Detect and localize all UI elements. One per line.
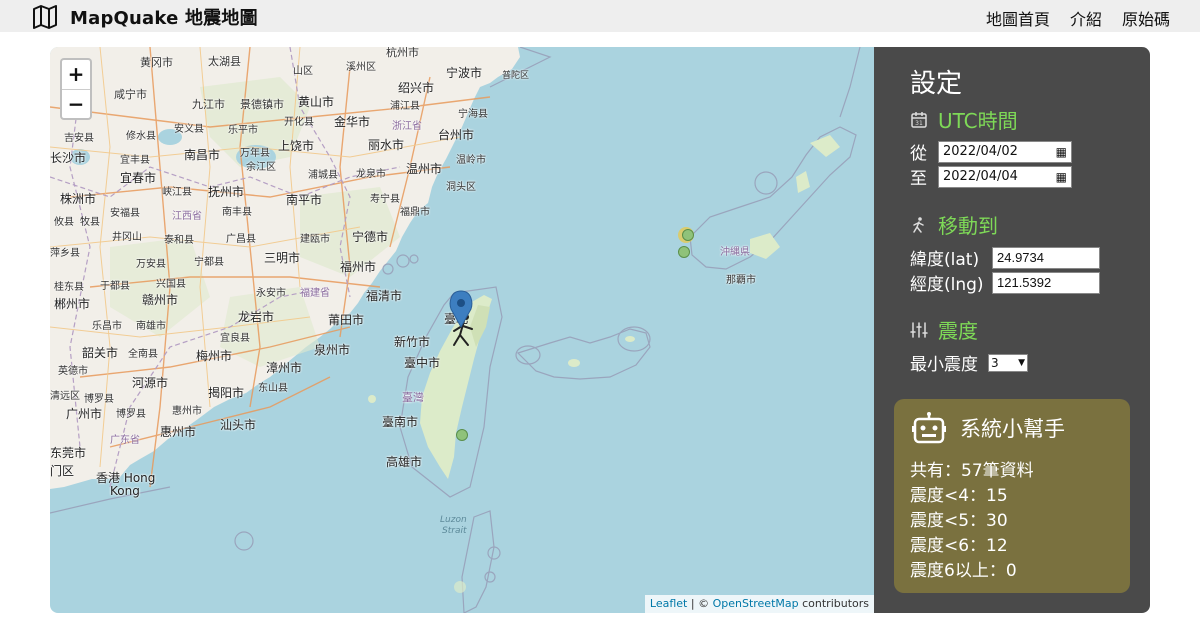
date-to-row: 至 2022/04/04 ▦ [910,164,1072,189]
date-to-value: 2022/04/04 [943,169,1018,184]
attribution-separator: | © [687,597,713,610]
top-navbar: MapQuake 地震地圖 地圖首頁 介紹 原始碼 [0,0,1200,32]
utc-title: UTC時間 [938,109,1018,133]
attribution-suffix: contributors [798,597,869,610]
calendar-icon: 31 [911,111,927,128]
helper-title: 系統小幫手 [960,417,1065,441]
min-magnitude-select[interactable]: 3 ▼ [988,353,1028,372]
stat-lt6: 震度<6：12 [910,536,1008,556]
settings-panel: 設定 31 UTC時間 從 2022/04/02 ▦ 至 2022/04/04 … [874,47,1150,613]
lat-row: 緯度(lat) [910,245,1100,270]
lat-input[interactable] [992,246,1100,269]
nav-intro-link[interactable]: 介紹 [1070,6,1102,30]
location-pin-icon [449,290,473,329]
main-content: 黄冈市 太湖县 杭州市 宁波市 普陀区 山区 溪州区 咸宁市 九江市 景德镇市 … [50,47,1150,613]
date-picker-icon[interactable]: ▦ [1056,170,1067,184]
lng-label: 經度(lng) [910,275,984,295]
min-magnitude-row: 最小震度 3 ▼ [910,350,1028,375]
svg-text:31: 31 [915,120,923,127]
date-from-value: 2022/04/02 [943,144,1018,159]
quake-marker-yonaguni-2 [678,246,690,258]
helper-header: 系統小幫手 [912,411,1065,445]
brand[interactable]: MapQuake 地震地圖 [32,4,258,30]
walking-icon [913,216,924,233]
min-magnitude-label: 最小震度 [910,355,978,375]
date-to-input[interactable]: 2022/04/04 ▦ [938,165,1072,188]
stat-lt5: 震度<5：30 [910,511,1008,531]
helper-stats: 共有：57筆資料 震度<4：15 震度<5：30 震度<6：12 震度6以上：0 [910,459,1034,584]
quake-marker-hualien [456,429,468,441]
date-from-input[interactable]: 2022/04/02 ▦ [938,140,1072,163]
nav-links: 地圖首頁 介紹 原始碼 [986,6,1170,30]
lat-label: 緯度(lat) [910,250,980,270]
app-title: MapQuake 地震地圖 [70,8,258,29]
zoom-in-button[interactable]: + [62,60,90,90]
stat-lt4: 震度<4：15 [910,486,1008,506]
magnitude-section-title: 震度 [910,315,978,344]
settings-title: 設定 [910,69,963,99]
system-helper-card: 系統小幫手 共有：57筆資料 震度<4：15 震度<5：30 震度<6：12 震… [894,399,1130,593]
stat-total: 共有：57筆資料 [910,461,1034,481]
date-from-row: 從 2022/04/02 ▦ [910,139,1072,164]
move-title: 移動到 [938,214,998,238]
lng-row: 經度(lng) [910,270,1100,295]
leaflet-link[interactable]: Leaflet [650,597,687,610]
zoom-out-button[interactable]: − [62,90,90,119]
stat-ge6: 震度6以上：0 [910,561,1017,581]
map-attribution: Leaflet | © OpenStreetMap contributors [644,595,874,613]
nav-source-link[interactable]: 原始碼 [1122,6,1170,30]
zoom-control: + − [60,58,92,120]
chevron-down-icon: ▼ [1018,357,1025,368]
quake-marker-yonaguni-1 [682,229,694,241]
map-overlay [449,227,694,441]
nav-home-link[interactable]: 地圖首頁 [986,6,1050,30]
date-picker-icon[interactable]: ▦ [1056,145,1067,159]
min-magnitude-value: 3 [991,355,999,370]
date-from-label: 從 [910,144,927,164]
sliders-icon [910,321,928,338]
map-icon [33,5,57,29]
move-section-title: 移動到 [910,210,998,239]
robot-icon [912,412,946,444]
osm-link[interactable]: OpenStreetMap [713,597,799,610]
utc-section-title: 31 UTC時間 [910,105,1018,134]
lng-input[interactable] [992,271,1100,294]
date-to-label: 至 [910,169,927,189]
magnitude-title: 震度 [938,319,978,343]
page-body: 黄冈市 太湖县 杭州市 宁波市 普陀区 山区 溪州区 咸宁市 九江市 景德镇市 … [0,32,1200,630]
earthquake-map[interactable]: 黄冈市 太湖县 杭州市 宁波市 普陀区 山区 溪州区 咸宁市 九江市 景德镇市 … [50,47,874,613]
